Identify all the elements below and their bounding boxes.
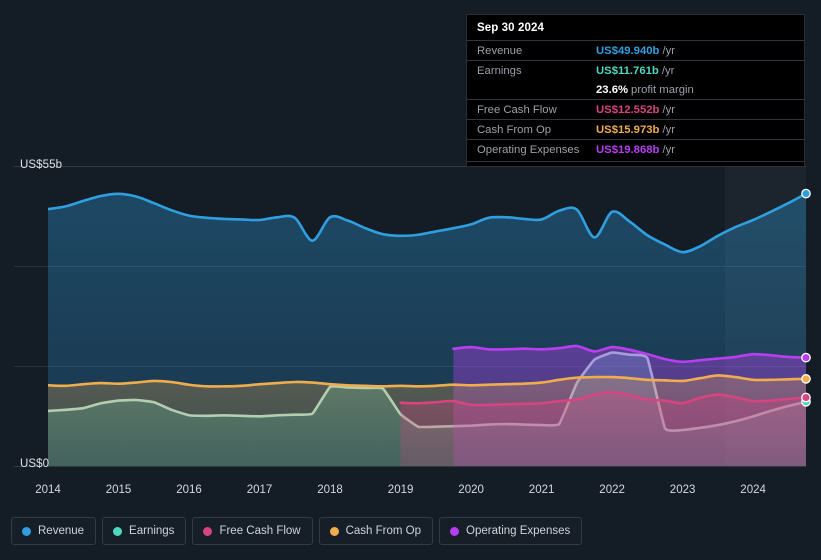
tooltip-row-value-group: US$19.868b/yr	[596, 143, 675, 157]
tooltip-row-value: US$11.761b	[596, 64, 659, 77]
x-axis: 2014 2015 2016 2017 2018 2019 2020 2021 2022 2023…	[0, 484, 821, 504]
x-axis-tick-2018: 2018	[317, 484, 343, 496]
x-axis-tick-2016: 2016	[176, 484, 202, 496]
tooltip-row: Cash From Op US$15.973b/yr	[467, 119, 804, 139]
x-axis-tick-2024: 2024	[740, 484, 766, 496]
x-axis-tick-2019: 2019	[387, 484, 414, 496]
tooltip-row-suffix: profit margin	[631, 83, 694, 96]
tooltip-row: Operating Expenses US$19.868b/yr	[467, 139, 804, 159]
tooltip-row-label: Operating Expenses	[477, 143, 580, 156]
legend-item-cash-from-op[interactable]: Cash From Op	[318, 517, 434, 545]
tooltip-row-label: Free Cash Flow	[477, 103, 557, 116]
legend-item-label: Earnings	[129, 525, 175, 537]
legend-color-dot-icon	[450, 526, 460, 536]
tooltip-row-value: US$15.973b	[596, 123, 660, 136]
tooltip-bottom-divider	[467, 161, 804, 162]
legend-item-free-cash-flow[interactable]: Free Cash Flow	[192, 517, 313, 545]
endpoint-dot-revenue	[801, 188, 811, 199]
endpoint-dot-cash-from-op	[801, 374, 811, 384]
tooltip-row-value-group: US$12.552b/yr	[596, 103, 675, 117]
tooltip-row-label: Earnings	[477, 64, 522, 77]
x-axis-tick-2023: 2023	[669, 484, 696, 496]
tooltip-row-value: US$19.868b	[596, 143, 660, 156]
legend-color-dot-icon	[113, 526, 123, 536]
x-axis-tick-2021: 2021	[528, 484, 555, 496]
tooltip-row-suffix: /yr	[662, 44, 675, 57]
legend-item-label: Cash From Op	[345, 525, 422, 537]
legend-color-dot-icon	[22, 526, 31, 536]
legend-item-earnings[interactable]: Earnings	[102, 517, 187, 545]
tooltip-row: Free Cash Flow US$12.552b/yr	[467, 99, 804, 119]
tooltip-row: 23.6% profit margin	[467, 80, 804, 99]
tooltip-row-value-group: US$49.940b/yr	[596, 44, 675, 58]
endpoint-dot-operating-expenses	[801, 352, 811, 363]
y-axis-min-label: US$0	[20, 458, 50, 470]
tooltip-row-value: US$49.940b	[596, 44, 660, 57]
tooltip-row-value-group: US$15.973b/yr	[596, 123, 675, 137]
chart-page: US$55b US$0 2014 2015 2016 2017 2018 2019 2020…	[0, 0, 821, 560]
endpoint-dot-free-cash-flow	[801, 392, 811, 403]
tooltip-row-label: Cash From Op	[477, 123, 552, 136]
tooltip-row-value-group: US$11.761b/yr	[596, 64, 674, 78]
tooltip-row-suffix: /yr	[662, 103, 675, 116]
tooltip-rows: Revenue US$49.940b/yr Earnings US$11.761b/y…	[467, 40, 804, 159]
legend-item-label: Operating Expenses	[466, 525, 571, 537]
tooltip-row-suffix: /yr	[662, 143, 675, 156]
x-axis-tick-2017: 2017	[246, 484, 273, 496]
x-axis-tick-2022: 2022	[599, 484, 625, 496]
legend-color-dot-icon	[329, 526, 339, 536]
x-axis-tick-2015: 2015	[105, 484, 132, 496]
tooltip-row-suffix: /yr	[662, 123, 675, 136]
legend-item-operating-expenses[interactable]: Operating Expenses	[439, 517, 583, 545]
series-free-cash-flow	[399, 391, 806, 466]
tooltip-row: Earnings US$11.761b/yr	[467, 60, 804, 80]
series-group	[48, 192, 806, 466]
chart-legend: Revenue Earnings Free Cash Flow Cash From O…	[11, 517, 583, 545]
y-axis-max-label: US$55b	[20, 159, 63, 171]
tooltip-row-value: 23.6%	[596, 83, 629, 96]
x-axis-tick-2020: 2020	[458, 484, 484, 496]
tooltip-row-label: Revenue	[477, 44, 523, 57]
tooltip-row-suffix: /yr	[661, 64, 675, 77]
tooltip-row-value-group: 23.6% profit margin	[596, 83, 694, 97]
tooltip-row: Revenue US$49.940b/yr	[467, 40, 804, 60]
tooltip-date: Sep 30 2024	[477, 22, 544, 34]
x-axis-tick-2014: 2014	[35, 484, 61, 496]
legend-item-label: Revenue	[38, 525, 85, 537]
data-tooltip: Sep 30 2024 Revenue US$49.940b/yr Earnings…	[466, 14, 805, 167]
tooltip-row-value: US$12.552b	[596, 103, 660, 116]
legend-color-dot-icon	[203, 526, 213, 536]
legend-item-label: Free Cash Flow	[219, 525, 301, 537]
legend-item-revenue[interactable]: Revenue	[11, 517, 97, 545]
